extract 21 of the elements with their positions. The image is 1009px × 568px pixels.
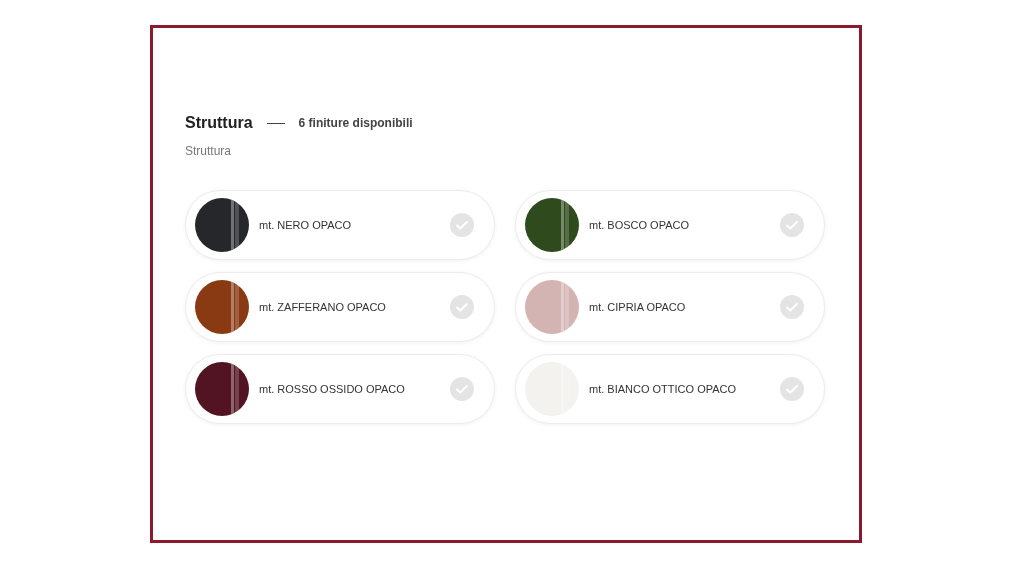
section-subtitle: Struttura — [185, 144, 233, 158]
finish-option[interactable]: mt. NERO OPACO — [185, 190, 495, 260]
finish-count: 6 finiture disponibili — [298, 116, 413, 130]
check-icon — [780, 377, 804, 401]
finish-option[interactable]: mt. ZAFFERANO OPACO — [185, 272, 495, 342]
finish-option[interactable]: mt. BIANCO OTTICO OPACO — [515, 354, 825, 424]
section-title: Struttura — [185, 114, 253, 132]
finish-name: mt. NERO OPACO — [259, 219, 353, 231]
finish-name: mt. ROSSO OSSIDO OPACO — [259, 383, 406, 395]
check-icon — [780, 213, 804, 237]
check-icon — [450, 377, 474, 401]
finish-name: mt. CIPRIA OPACO — [589, 301, 687, 313]
finish-name: mt. BIANCO OTTICO OPACO — [589, 383, 738, 395]
finish-option[interactable]: mt. BOSCO OPACO — [515, 190, 825, 260]
finish-option[interactable]: mt. CIPRIA OPACO — [515, 272, 825, 342]
check-icon — [450, 295, 474, 319]
finish-name: mt. BOSCO OPACO — [589, 219, 691, 231]
check-icon — [780, 295, 804, 319]
check-icon — [450, 213, 474, 237]
finish-option[interactable]: mt. ROSSO OSSIDO OPACO — [185, 354, 495, 424]
finish-name: mt. ZAFFERANO OPACO — [259, 301, 387, 313]
